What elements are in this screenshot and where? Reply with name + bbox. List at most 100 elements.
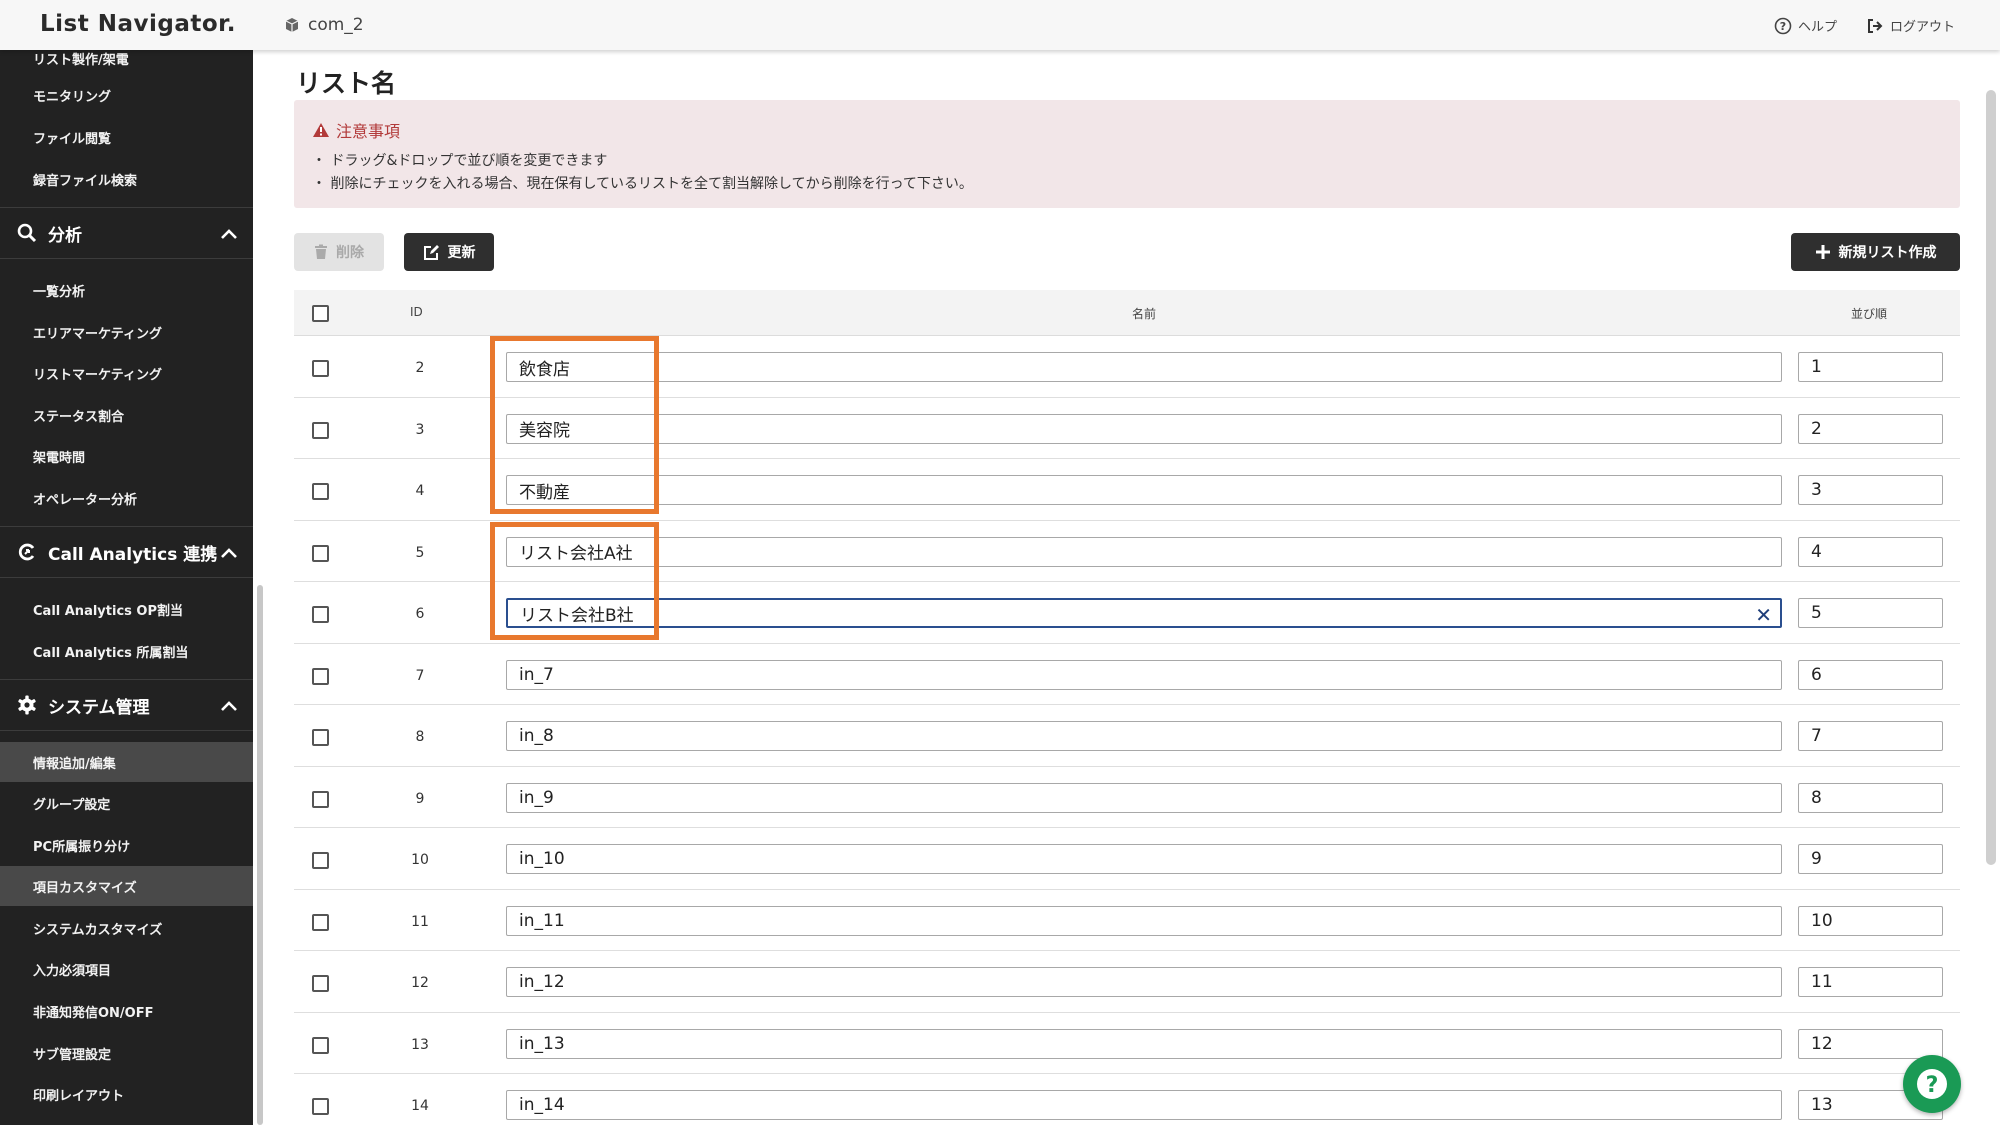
- company-selector[interactable]: com_2: [284, 15, 364, 35]
- sidebar-scrollbar[interactable]: [257, 585, 263, 1125]
- order-input[interactable]: 3: [1798, 475, 1943, 505]
- sidebar-item-anonymous-call[interactable]: 非通知発信ON/OFF: [0, 991, 253, 1031]
- row-checkbox[interactable]: [312, 544, 329, 562]
- name-input[interactable]: リスト会社A社: [506, 536, 1782, 567]
- sidebar-item-monitoring[interactable]: モニタリング: [0, 75, 253, 115]
- sidebar-item-recording-search[interactable]: 録音ファイル検索: [0, 159, 253, 199]
- order-input[interactable]: 8: [1798, 782, 1943, 813]
- order-input[interactable]: 7: [1798, 721, 1943, 751]
- row-id: 11: [411, 913, 429, 930]
- name-input[interactable]: in_12: [506, 967, 1782, 997]
- help-link[interactable]: ? ヘルプ: [1774, 16, 1837, 35]
- row-checkbox[interactable]: [312, 421, 329, 439]
- sign-out-icon: [1868, 18, 1883, 33]
- row-checkbox[interactable]: [312, 1098, 329, 1115]
- main-scrollbar[interactable]: [1986, 90, 1996, 865]
- update-button[interactable]: 更新: [404, 233, 494, 271]
- name-input[interactable]: in_14: [506, 1090, 1782, 1120]
- sidebar-item-ca-dept-assign[interactable]: Call Analytics 所属割当: [0, 631, 253, 671]
- sidebar-item-file-view[interactable]: ファイル閲覧: [0, 117, 253, 157]
- chevron-up-icon[interactable]: [219, 224, 239, 244]
- table-row[interactable]: 2 飲食店 1: [294, 336, 1960, 398]
- table-row[interactable]: 8 in_8 7: [294, 705, 1960, 767]
- help-label: ヘルプ: [1798, 20, 1838, 35]
- sidebar-item-operator-analysis[interactable]: オペレーター分析: [0, 478, 253, 518]
- sidebar-item-list-create[interactable]: リスト製作/架電: [0, 50, 253, 78]
- sidebar-item-list-marketing[interactable]: リストマーケティング: [0, 353, 253, 393]
- table-row[interactable]: 4 不動産 3: [294, 459, 1960, 521]
- row-checkbox[interactable]: [312, 913, 329, 931]
- name-input[interactable]: in_10: [506, 844, 1782, 874]
- chevron-up-icon[interactable]: [219, 543, 239, 563]
- table-row[interactable]: 3 美容院 2: [294, 398, 1960, 459]
- chevron-up-icon[interactable]: [219, 696, 239, 716]
- sidebar-item-overview-analysis[interactable]: 一覧分析: [0, 270, 253, 310]
- select-all-checkbox[interactable]: [312, 305, 329, 322]
- app-header: List Navigator. com_2 ? ヘルプ ログアウト: [0, 0, 2000, 50]
- sidebar-item-area-marketing[interactable]: エリアマーケティング: [0, 312, 253, 352]
- row-checkbox[interactable]: [312, 975, 329, 992]
- name-input[interactable]: in_7: [506, 659, 1782, 690]
- gear-icon: [18, 695, 36, 715]
- order-input[interactable]: 5: [1798, 598, 1943, 628]
- delete-button[interactable]: 削除: [294, 233, 384, 271]
- table-row[interactable]: 9 in_9 8: [294, 767, 1960, 828]
- question-circle-icon: ?: [1774, 17, 1792, 34]
- order-input[interactable]: 4: [1798, 536, 1943, 567]
- table-row[interactable]: 13 in_13 12: [294, 1013, 1960, 1074]
- order-input[interactable]: 12: [1798, 1028, 1943, 1059]
- row-checkbox[interactable]: [312, 1036, 329, 1054]
- sidebar-item-required-fields[interactable]: 入力必須項目: [0, 949, 253, 989]
- name-input[interactable]: 不動産: [506, 475, 1782, 505]
- order-input[interactable]: 2: [1798, 413, 1943, 444]
- sidebar-item-ca-op-assign[interactable]: Call Analytics OP割当: [0, 589, 253, 629]
- sidebar-section-system[interactable]: システム管理: [0, 679, 253, 731]
- table-row[interactable]: 6 リスト会社B社 ✕ 5: [294, 582, 1960, 644]
- row-checkbox[interactable]: [312, 790, 329, 808]
- order-input[interactable]: 1: [1798, 352, 1943, 382]
- row-checkbox[interactable]: [312, 852, 329, 869]
- order-input[interactable]: 6: [1798, 659, 1943, 690]
- search-icon: [17, 223, 37, 243]
- table-row[interactable]: 14 in_14 13: [294, 1074, 1960, 1125]
- name-input[interactable]: 美容院: [506, 413, 1782, 444]
- name-input[interactable]: in_11: [506, 905, 1782, 936]
- sidebar-item-print-layout[interactable]: 印刷レイアウト: [0, 1074, 253, 1114]
- order-input[interactable]: 11: [1798, 967, 1943, 997]
- logout-link[interactable]: ログアウト: [1866, 16, 1955, 35]
- order-input[interactable]: 10: [1798, 905, 1943, 936]
- new-list-button[interactable]: 新規リスト作成: [1791, 233, 1960, 271]
- sidebar-item-sub-admin[interactable]: サブ管理設定: [0, 1033, 253, 1073]
- row-checkbox[interactable]: [312, 606, 329, 623]
- sidebar-item-system-customize[interactable]: システムカスタマイズ: [0, 908, 253, 948]
- sidebar-item-group-settings[interactable]: グループ設定: [0, 783, 253, 823]
- table-row[interactable]: 10 in_10 9: [294, 828, 1960, 890]
- sidebar-section-call-analytics[interactable]: Call Analytics 連携: [0, 526, 253, 578]
- sidebar-section-analysis[interactable]: 分析: [0, 207, 253, 259]
- row-checkbox[interactable]: [312, 360, 329, 377]
- app-logo[interactable]: List Navigator.: [40, 11, 236, 37]
- name-input[interactable]: 飲食店: [506, 352, 1782, 382]
- sidebar-item-info-edit[interactable]: 情報追加/編集: [0, 742, 253, 782]
- sidebar-item-call-time[interactable]: 架電時間: [0, 436, 253, 476]
- row-checkbox[interactable]: [312, 667, 329, 685]
- sidebar-item-status-ratio[interactable]: ステータス割合: [0, 395, 253, 435]
- row-id: 6: [415, 606, 425, 622]
- name-input[interactable]: in_8: [506, 721, 1782, 751]
- close-icon[interactable]: ✕: [1755, 603, 1772, 627]
- name-input[interactable]: in_9: [506, 782, 1782, 813]
- row-checkbox[interactable]: [312, 729, 329, 746]
- table-row[interactable]: 5 リスト会社A社 4: [294, 521, 1960, 582]
- row-id: 14: [411, 1098, 429, 1114]
- help-fab-button[interactable]: ?: [1903, 1055, 1961, 1113]
- table-row[interactable]: 7 in_7 6: [294, 644, 1960, 705]
- table-row[interactable]: 11 in_11 10: [294, 890, 1960, 951]
- name-input[interactable]: in_13: [506, 1028, 1782, 1059]
- row-checkbox[interactable]: [312, 483, 329, 500]
- name-input-focused[interactable]: リスト会社B社 ✕: [506, 598, 1782, 628]
- table-row[interactable]: 12 in_12 11: [294, 951, 1960, 1013]
- sidebar-item-pc-assign[interactable]: PC所属振り分け: [0, 825, 253, 865]
- sidebar-item-field-customize[interactable]: 項目カスタマイズ: [0, 866, 253, 906]
- row-id: 13: [411, 1036, 429, 1053]
- order-input[interactable]: 9: [1798, 844, 1943, 874]
